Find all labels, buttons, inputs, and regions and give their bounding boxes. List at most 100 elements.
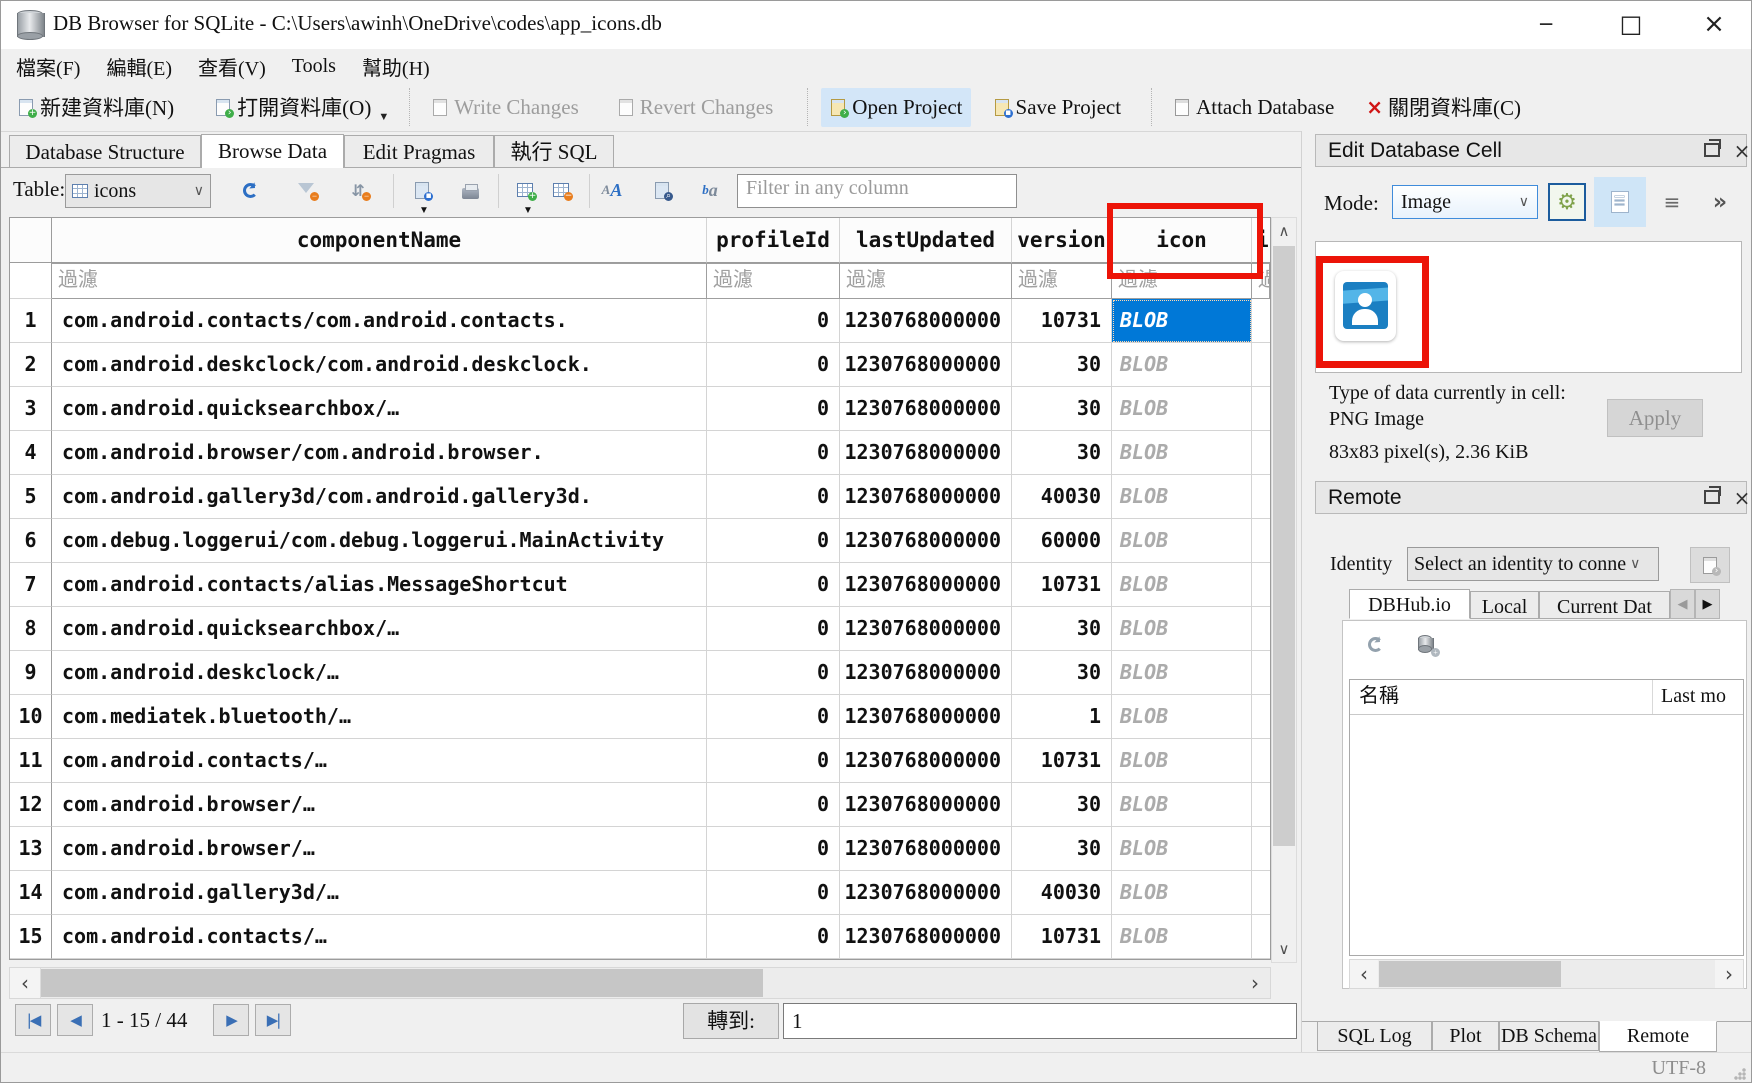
row-number-cell[interactable]: 5 (10, 475, 52, 519)
profileId-cell[interactable]: 0 (707, 607, 840, 651)
componentName-cell[interactable]: com.android.deskclock/… (52, 651, 707, 695)
icon-blob-cell[interactable]: BLOB (1112, 475, 1252, 519)
row-number-cell[interactable]: 1 (10, 299, 52, 343)
componentName-cell[interactable]: com.android.browser/com.android.browser. (52, 431, 707, 475)
tab-browse-data[interactable]: Browse Data (201, 134, 344, 168)
column-header-partial[interactable]: ic (1252, 218, 1270, 263)
partial-column-cell[interactable] (1252, 783, 1270, 827)
remote-clone-database-icon[interactable]: + (1412, 631, 1438, 657)
dock-tab-db-schema[interactable]: DB Schema (1499, 1022, 1599, 1051)
tab-execute-sql[interactable]: 執行 SQL (494, 135, 614, 167)
lastUpdated-cell[interactable]: 1230768000000 (840, 783, 1012, 827)
row-number-cell[interactable]: 15 (10, 915, 52, 959)
componentName-cell[interactable]: com.android.quicksearchbox/… (52, 387, 707, 431)
row-number-cell[interactable]: 9 (10, 651, 52, 695)
profileId-cell[interactable]: 0 (707, 563, 840, 607)
dock-tab-sql-log[interactable]: SQL Log (1317, 1022, 1432, 1051)
save-table-icon[interactable]: ▪ (409, 177, 435, 203)
clear-sort-icon[interactable]: ⇵− (345, 177, 371, 203)
partial-column-cell[interactable] (1252, 871, 1270, 915)
insert-record-dropdown-arrow[interactable]: ▼ (523, 205, 533, 216)
profileId-cell[interactable]: 0 (707, 343, 840, 387)
icon-blob-cell[interactable]: BLOB (1112, 827, 1252, 871)
icon-blob-cell[interactable]: BLOB (1112, 871, 1252, 915)
word-wrap-icon[interactable]: ≡ (1654, 183, 1690, 221)
filter-profileId[interactable]: 過濾 (707, 263, 840, 299)
row-number-cell[interactable]: 2 (10, 343, 52, 387)
icon-blob-cell[interactable]: BLOB (1112, 695, 1252, 739)
revert-changes-button[interactable]: Revert Changes (609, 88, 782, 127)
partial-column-cell[interactable] (1252, 651, 1270, 695)
remote-tab-current-database[interactable]: Current Dat (1539, 591, 1670, 619)
lastUpdated-cell[interactable]: 1230768000000 (840, 519, 1012, 563)
row-number-cell[interactable]: 14 (10, 871, 52, 915)
componentName-cell[interactable]: com.android.gallery3d/… (52, 871, 707, 915)
lastUpdated-cell[interactable]: 1230768000000 (840, 695, 1012, 739)
row-number-cell[interactable]: 3 (10, 387, 52, 431)
remote-column-last-modified[interactable]: Last mo (1653, 680, 1726, 714)
partial-column-cell[interactable] (1252, 915, 1270, 959)
filter-version[interactable]: 過濾 (1012, 263, 1112, 299)
componentName-cell[interactable]: com.android.contacts/… (52, 739, 707, 783)
more-tools-icon[interactable]: » (1700, 183, 1740, 221)
global-filter-input[interactable]: Filter in any column (737, 174, 1017, 208)
lastUpdated-cell[interactable]: 1230768000000 (840, 827, 1012, 871)
last-record-button[interactable]: ▶| (255, 1004, 291, 1036)
remote-tab-local[interactable]: Local (1470, 591, 1539, 619)
resize-grip[interactable] (1734, 1068, 1746, 1080)
filter-lastUpdated[interactable]: 過濾 (840, 263, 1012, 299)
profileId-cell[interactable]: 0 (707, 475, 840, 519)
close-button[interactable]: × (1685, 1, 1743, 47)
maximize-button[interactable]: □ (1602, 1, 1660, 47)
lastUpdated-cell[interactable]: 1230768000000 (840, 651, 1012, 695)
version-cell[interactable]: 30 (1012, 651, 1112, 695)
goto-record-input[interactable]: 1 (783, 1003, 1297, 1039)
row-number-cell[interactable]: 8 (10, 607, 52, 651)
row-number-cell[interactable]: 4 (10, 431, 52, 475)
version-cell[interactable]: 30 (1012, 827, 1112, 871)
identity-settings-icon[interactable]: › (1690, 547, 1730, 583)
partial-column-cell[interactable] (1252, 563, 1270, 607)
print-icon[interactable] (457, 177, 483, 203)
goto-button[interactable]: 轉到: (683, 1003, 779, 1039)
horizontal-scrollbar-thumb[interactable] (41, 969, 763, 997)
menu-view[interactable]: 查看(V) (185, 51, 279, 82)
version-cell[interactable]: 10731 (1012, 739, 1112, 783)
row-number-cell[interactable]: 7 (10, 563, 52, 607)
edit-font-icon[interactable]: AA (599, 177, 625, 203)
remote-column-name[interactable]: 名稱 (1350, 680, 1653, 714)
table-select[interactable]: icons ∨ (65, 174, 211, 208)
column-header-profileId[interactable]: profileId (707, 218, 840, 263)
partial-column-cell[interactable] (1252, 827, 1270, 871)
componentName-cell[interactable]: com.android.quicksearchbox/… (52, 607, 707, 651)
profileId-cell[interactable]: 0 (707, 387, 840, 431)
version-cell[interactable]: 10731 (1012, 563, 1112, 607)
filter-icon[interactable]: − (293, 177, 319, 203)
lastUpdated-cell[interactable]: 1230768000000 (840, 475, 1012, 519)
previous-record-button[interactable]: ◀ (57, 1004, 93, 1036)
lastUpdated-cell[interactable]: 1230768000000 (840, 607, 1012, 651)
partial-column-cell[interactable] (1252, 695, 1270, 739)
profileId-cell[interactable]: 0 (707, 739, 840, 783)
lastUpdated-cell[interactable]: 1230768000000 (840, 871, 1012, 915)
menu-tools[interactable]: Tools (279, 54, 349, 79)
profileId-cell[interactable]: 0 (707, 299, 840, 343)
lastUpdated-cell[interactable]: 1230768000000 (840, 739, 1012, 783)
scroll-down-icon[interactable]: ∨ (1272, 936, 1296, 962)
icon-blob-cell-selected[interactable]: BLOB (1112, 299, 1252, 343)
horizontal-scrollbar-thumb[interactable] (1379, 961, 1561, 987)
row-number-cell[interactable]: 6 (10, 519, 52, 563)
componentName-cell[interactable]: com.debug.loggerui/com.debug.loggerui.Ma… (52, 519, 707, 563)
version-cell[interactable]: 60000 (1012, 519, 1112, 563)
find-in-table-icon[interactable]: ⌕ (649, 177, 675, 203)
row-number-cell[interactable]: 11 (10, 739, 52, 783)
delete-record-icon[interactable]: − (549, 177, 575, 203)
componentName-cell[interactable]: com.mediatek.bluetooth/… (52, 695, 707, 739)
profileId-cell[interactable]: 0 (707, 783, 840, 827)
vertical-scrollbar-thumb[interactable] (1273, 246, 1295, 846)
version-cell[interactable]: 1 (1012, 695, 1112, 739)
componentName-cell[interactable]: com.android.contacts/… (52, 915, 707, 959)
componentName-cell[interactable]: com.android.browser/… (52, 827, 707, 871)
lastUpdated-cell[interactable]: 1230768000000 (840, 343, 1012, 387)
column-header-icon[interactable]: icon (1112, 218, 1252, 263)
